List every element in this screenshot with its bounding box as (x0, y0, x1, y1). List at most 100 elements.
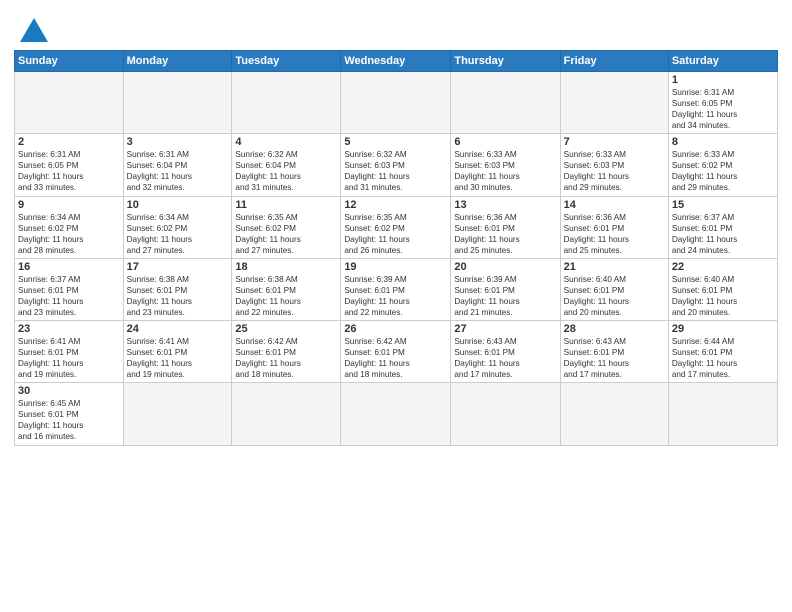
day-info: Sunrise: 6:45 AM Sunset: 6:01 PM Dayligh… (18, 398, 120, 442)
day-number: 14 (564, 199, 665, 211)
calendar-header-row: SundayMondayTuesdayWednesdayThursdayFrid… (15, 51, 778, 72)
calendar-cell: 21Sunrise: 6:40 AM Sunset: 6:01 PM Dayli… (560, 258, 668, 320)
day-number: 27 (454, 323, 556, 335)
calendar-cell: 6Sunrise: 6:33 AM Sunset: 6:03 PM Daylig… (451, 134, 560, 196)
day-number: 12 (344, 199, 447, 211)
day-number: 29 (672, 323, 774, 335)
day-info: Sunrise: 6:32 AM Sunset: 6:03 PM Dayligh… (344, 149, 447, 193)
day-number: 25 (235, 323, 337, 335)
calendar-cell: 7Sunrise: 6:33 AM Sunset: 6:03 PM Daylig… (560, 134, 668, 196)
day-number: 23 (18, 323, 120, 335)
page: SundayMondayTuesdayWednesdayThursdayFrid… (0, 0, 792, 612)
day-info: Sunrise: 6:31 AM Sunset: 6:05 PM Dayligh… (18, 149, 120, 193)
day-info: Sunrise: 6:34 AM Sunset: 6:02 PM Dayligh… (127, 212, 229, 256)
day-info: Sunrise: 6:36 AM Sunset: 6:01 PM Dayligh… (454, 212, 556, 256)
calendar-cell: 14Sunrise: 6:36 AM Sunset: 6:01 PM Dayli… (560, 196, 668, 258)
calendar-cell: 29Sunrise: 6:44 AM Sunset: 6:01 PM Dayli… (668, 321, 777, 383)
day-number: 1 (672, 74, 774, 86)
col-header-friday: Friday (560, 51, 668, 72)
day-number: 28 (564, 323, 665, 335)
day-info: Sunrise: 6:38 AM Sunset: 6:01 PM Dayligh… (127, 274, 229, 318)
calendar-table: SundayMondayTuesdayWednesdayThursdayFrid… (14, 50, 778, 446)
day-number: 22 (672, 261, 774, 273)
calendar-week-row: 30Sunrise: 6:45 AM Sunset: 6:01 PM Dayli… (15, 383, 778, 445)
day-info: Sunrise: 6:35 AM Sunset: 6:02 PM Dayligh… (235, 212, 337, 256)
calendar-cell: 16Sunrise: 6:37 AM Sunset: 6:01 PM Dayli… (15, 258, 124, 320)
day-info: Sunrise: 6:37 AM Sunset: 6:01 PM Dayligh… (672, 212, 774, 256)
calendar-cell: 19Sunrise: 6:39 AM Sunset: 6:01 PM Dayli… (341, 258, 451, 320)
calendar-cell (451, 383, 560, 445)
calendar-week-row: 2Sunrise: 6:31 AM Sunset: 6:05 PM Daylig… (15, 134, 778, 196)
day-number: 10 (127, 199, 229, 211)
calendar-cell: 18Sunrise: 6:38 AM Sunset: 6:01 PM Dayli… (232, 258, 341, 320)
day-info: Sunrise: 6:31 AM Sunset: 6:04 PM Dayligh… (127, 149, 229, 193)
logo-icon (16, 14, 52, 44)
day-info: Sunrise: 6:36 AM Sunset: 6:01 PM Dayligh… (564, 212, 665, 256)
day-info: Sunrise: 6:39 AM Sunset: 6:01 PM Dayligh… (454, 274, 556, 318)
day-number: 8 (672, 136, 774, 148)
calendar-cell: 8Sunrise: 6:33 AM Sunset: 6:02 PM Daylig… (668, 134, 777, 196)
day-info: Sunrise: 6:34 AM Sunset: 6:02 PM Dayligh… (18, 212, 120, 256)
calendar-cell (560, 383, 668, 445)
calendar-cell (232, 72, 341, 134)
day-number: 4 (235, 136, 337, 148)
day-info: Sunrise: 6:43 AM Sunset: 6:01 PM Dayligh… (454, 336, 556, 380)
day-number: 15 (672, 199, 774, 211)
col-header-wednesday: Wednesday (341, 51, 451, 72)
calendar-cell: 3Sunrise: 6:31 AM Sunset: 6:04 PM Daylig… (123, 134, 232, 196)
calendar-week-row: 16Sunrise: 6:37 AM Sunset: 6:01 PM Dayli… (15, 258, 778, 320)
day-info: Sunrise: 6:40 AM Sunset: 6:01 PM Dayligh… (672, 274, 774, 318)
day-number: 7 (564, 136, 665, 148)
calendar-cell (232, 383, 341, 445)
calendar-cell: 12Sunrise: 6:35 AM Sunset: 6:02 PM Dayli… (341, 196, 451, 258)
day-number: 5 (344, 136, 447, 148)
day-info: Sunrise: 6:33 AM Sunset: 6:03 PM Dayligh… (454, 149, 556, 193)
day-info: Sunrise: 6:42 AM Sunset: 6:01 PM Dayligh… (235, 336, 337, 380)
day-number: 16 (18, 261, 120, 273)
day-info: Sunrise: 6:31 AM Sunset: 6:05 PM Dayligh… (672, 87, 774, 131)
calendar-cell: 24Sunrise: 6:41 AM Sunset: 6:01 PM Dayli… (123, 321, 232, 383)
calendar-cell: 4Sunrise: 6:32 AM Sunset: 6:04 PM Daylig… (232, 134, 341, 196)
calendar-cell (341, 383, 451, 445)
day-number: 26 (344, 323, 447, 335)
day-number: 19 (344, 261, 447, 273)
calendar-cell: 10Sunrise: 6:34 AM Sunset: 6:02 PM Dayli… (123, 196, 232, 258)
col-header-thursday: Thursday (451, 51, 560, 72)
calendar-cell (15, 72, 124, 134)
calendar-cell: 25Sunrise: 6:42 AM Sunset: 6:01 PM Dayli… (232, 321, 341, 383)
calendar-cell: 17Sunrise: 6:38 AM Sunset: 6:01 PM Dayli… (123, 258, 232, 320)
day-number: 3 (127, 136, 229, 148)
logo (14, 14, 52, 44)
calendar-cell: 2Sunrise: 6:31 AM Sunset: 6:05 PM Daylig… (15, 134, 124, 196)
calendar-cell: 20Sunrise: 6:39 AM Sunset: 6:01 PM Dayli… (451, 258, 560, 320)
calendar-cell: 1Sunrise: 6:31 AM Sunset: 6:05 PM Daylig… (668, 72, 777, 134)
day-info: Sunrise: 6:39 AM Sunset: 6:01 PM Dayligh… (344, 274, 447, 318)
calendar-cell: 11Sunrise: 6:35 AM Sunset: 6:02 PM Dayli… (232, 196, 341, 258)
calendar-cell: 28Sunrise: 6:43 AM Sunset: 6:01 PM Dayli… (560, 321, 668, 383)
calendar-cell (668, 383, 777, 445)
calendar-cell: 23Sunrise: 6:41 AM Sunset: 6:01 PM Dayli… (15, 321, 124, 383)
calendar-cell: 26Sunrise: 6:42 AM Sunset: 6:01 PM Dayli… (341, 321, 451, 383)
calendar-cell: 9Sunrise: 6:34 AM Sunset: 6:02 PM Daylig… (15, 196, 124, 258)
calendar-cell: 15Sunrise: 6:37 AM Sunset: 6:01 PM Dayli… (668, 196, 777, 258)
day-number: 21 (564, 261, 665, 273)
day-info: Sunrise: 6:33 AM Sunset: 6:02 PM Dayligh… (672, 149, 774, 193)
calendar-cell: 5Sunrise: 6:32 AM Sunset: 6:03 PM Daylig… (341, 134, 451, 196)
day-number: 17 (127, 261, 229, 273)
calendar-week-row: 1Sunrise: 6:31 AM Sunset: 6:05 PM Daylig… (15, 72, 778, 134)
day-info: Sunrise: 6:33 AM Sunset: 6:03 PM Dayligh… (564, 149, 665, 193)
day-number: 11 (235, 199, 337, 211)
day-number: 20 (454, 261, 556, 273)
calendar-cell (560, 72, 668, 134)
day-number: 13 (454, 199, 556, 211)
calendar-cell: 22Sunrise: 6:40 AM Sunset: 6:01 PM Dayli… (668, 258, 777, 320)
day-info: Sunrise: 6:43 AM Sunset: 6:01 PM Dayligh… (564, 336, 665, 380)
col-header-sunday: Sunday (15, 51, 124, 72)
calendar-cell: 13Sunrise: 6:36 AM Sunset: 6:01 PM Dayli… (451, 196, 560, 258)
day-info: Sunrise: 6:42 AM Sunset: 6:01 PM Dayligh… (344, 336, 447, 380)
calendar-week-row: 23Sunrise: 6:41 AM Sunset: 6:01 PM Dayli… (15, 321, 778, 383)
day-number: 9 (18, 199, 120, 211)
calendar-cell (123, 383, 232, 445)
day-info: Sunrise: 6:37 AM Sunset: 6:01 PM Dayligh… (18, 274, 120, 318)
header (14, 10, 778, 44)
